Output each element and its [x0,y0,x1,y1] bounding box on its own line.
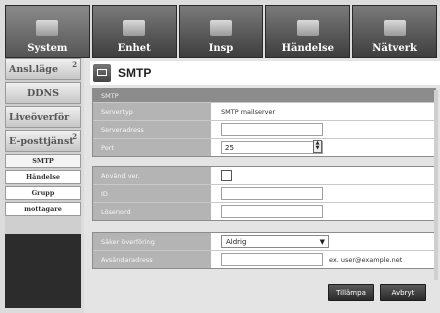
sidebar: Ansl.läge 2 DDNS Liveöverför E-posttjäns… [5,58,81,308]
tab-label: Nätverk [372,43,417,54]
servertype-row: Servertyp SMTP mailserver [93,102,435,120]
tab-label: System [27,43,68,54]
secure-select-value: Aldrig [226,237,247,246]
id-input[interactable] [221,187,323,200]
sender-input[interactable] [221,253,323,266]
smtp-panel: SMTP Servertyp SMTP mailserver Serveradr… [92,88,436,157]
record-icon [209,20,232,36]
spin-down-icon[interactable]: ▼ [314,146,321,151]
password-label: Lösenord [93,203,211,220]
sidebar-item-label: Ansl.läge [9,63,58,75]
tab-label: Insp [208,43,234,54]
mail-icon [93,64,111,82]
network-icon [383,20,406,36]
sender-hint: ex. user@example.net [329,255,403,264]
sidebar-subitem-grupp[interactable]: Grupp [5,186,81,200]
sidebar-item-liveoverfor[interactable]: Liveöverför [5,106,81,128]
cancel-button[interactable]: Avbryt [380,284,426,301]
panel-header: SMTP [93,89,435,102]
use-auth-checkbox[interactable] [221,170,232,181]
use-auth-row: Använd ver. [93,167,435,184]
camera-icon [123,20,146,36]
sidebar-subitem-label: Grupp [31,189,55,197]
settings-content: SMTP SMTP Servertyp SMTP mailserver Serv… [84,58,440,313]
sidebar-item-sup: 2 [72,132,77,141]
sidebar-subitem-mottagare[interactable]: mottagare [5,202,81,216]
sidebar-subitem-smtp[interactable]: SMTP [5,154,81,168]
tab-label: Händelse [281,43,334,54]
top-menu: System Enhet Insp Händelse Nätverk [5,5,437,58]
serveraddress-label: Serveradress [93,121,211,138]
sidebar-item-ansl-lage[interactable]: Ansl.läge 2 [5,58,81,80]
tab-label: Enhet [117,43,151,54]
use-auth-label: Använd ver. [93,167,211,184]
id-label: ID [93,185,211,202]
sidebar-item-label: Liveöverför [9,111,70,123]
apply-button[interactable]: Tillämpa [328,284,374,301]
password-row: Lösenord [93,202,435,220]
auth-panel: Använd ver. ID Lösenord [92,166,436,221]
sender-label: Avsändaradress [93,251,211,268]
page-title: SMTP [118,66,152,80]
sidebar-item-sup: 2 [72,60,77,69]
port-input[interactable]: 25 [221,141,323,154]
servertype-value: SMTP mailserver [221,107,276,116]
secure-row: Säker överföring Aldrig ▼ [93,233,435,250]
security-panel: Säker överföring Aldrig ▼ Avsändaradress… [92,232,436,269]
sidebar-empty-area [5,234,81,308]
sidebar-subitem-label: SMTP [32,157,54,165]
port-spinner[interactable]: ▲ ▼ [313,140,322,153]
sidebar-item-label: E-posttjänst [9,135,74,147]
serveraddress-row: Serveradress [93,120,435,138]
servertype-label: Servertyp [93,103,211,120]
page-header: SMTP [90,61,440,85]
secure-label: Säker överföring [93,233,211,250]
dvr-window: System Enhet Insp Händelse Nätverk Ansl.… [0,0,440,313]
tab-system[interactable]: System [5,5,90,58]
serveraddress-input[interactable] [221,123,323,136]
secure-select[interactable]: Aldrig ▼ [221,235,329,248]
sidebar-subitem-handelse[interactable]: Händelse [5,170,81,184]
sidebar-subitem-label: mottagare [24,205,62,213]
tab-enhet[interactable]: Enhet [91,5,177,58]
tab-handelse[interactable]: Händelse [265,5,351,58]
sidebar-subitem-label: Händelse [25,173,61,181]
id-row: ID [93,184,435,202]
port-label: Port [93,139,211,156]
tab-insp[interactable]: Insp [178,5,264,58]
alarm-icon [296,20,319,36]
tab-natverk[interactable]: Nätverk [352,5,437,58]
sidebar-item-ddns[interactable]: DDNS [5,82,81,104]
port-row: Port 25 ▲ ▼ [93,138,435,156]
password-input[interactable] [221,205,323,218]
sidebar-item-e-posttjanst[interactable]: E-posttjänst 2 [5,130,81,152]
chevron-down-icon: ▼ [319,237,325,246]
sender-row: Avsändaradress ex. user@example.net [93,250,435,268]
sidebar-item-label: DDNS [26,87,60,99]
scrollbar[interactable] [434,90,438,280]
monitor-icon [36,20,59,36]
